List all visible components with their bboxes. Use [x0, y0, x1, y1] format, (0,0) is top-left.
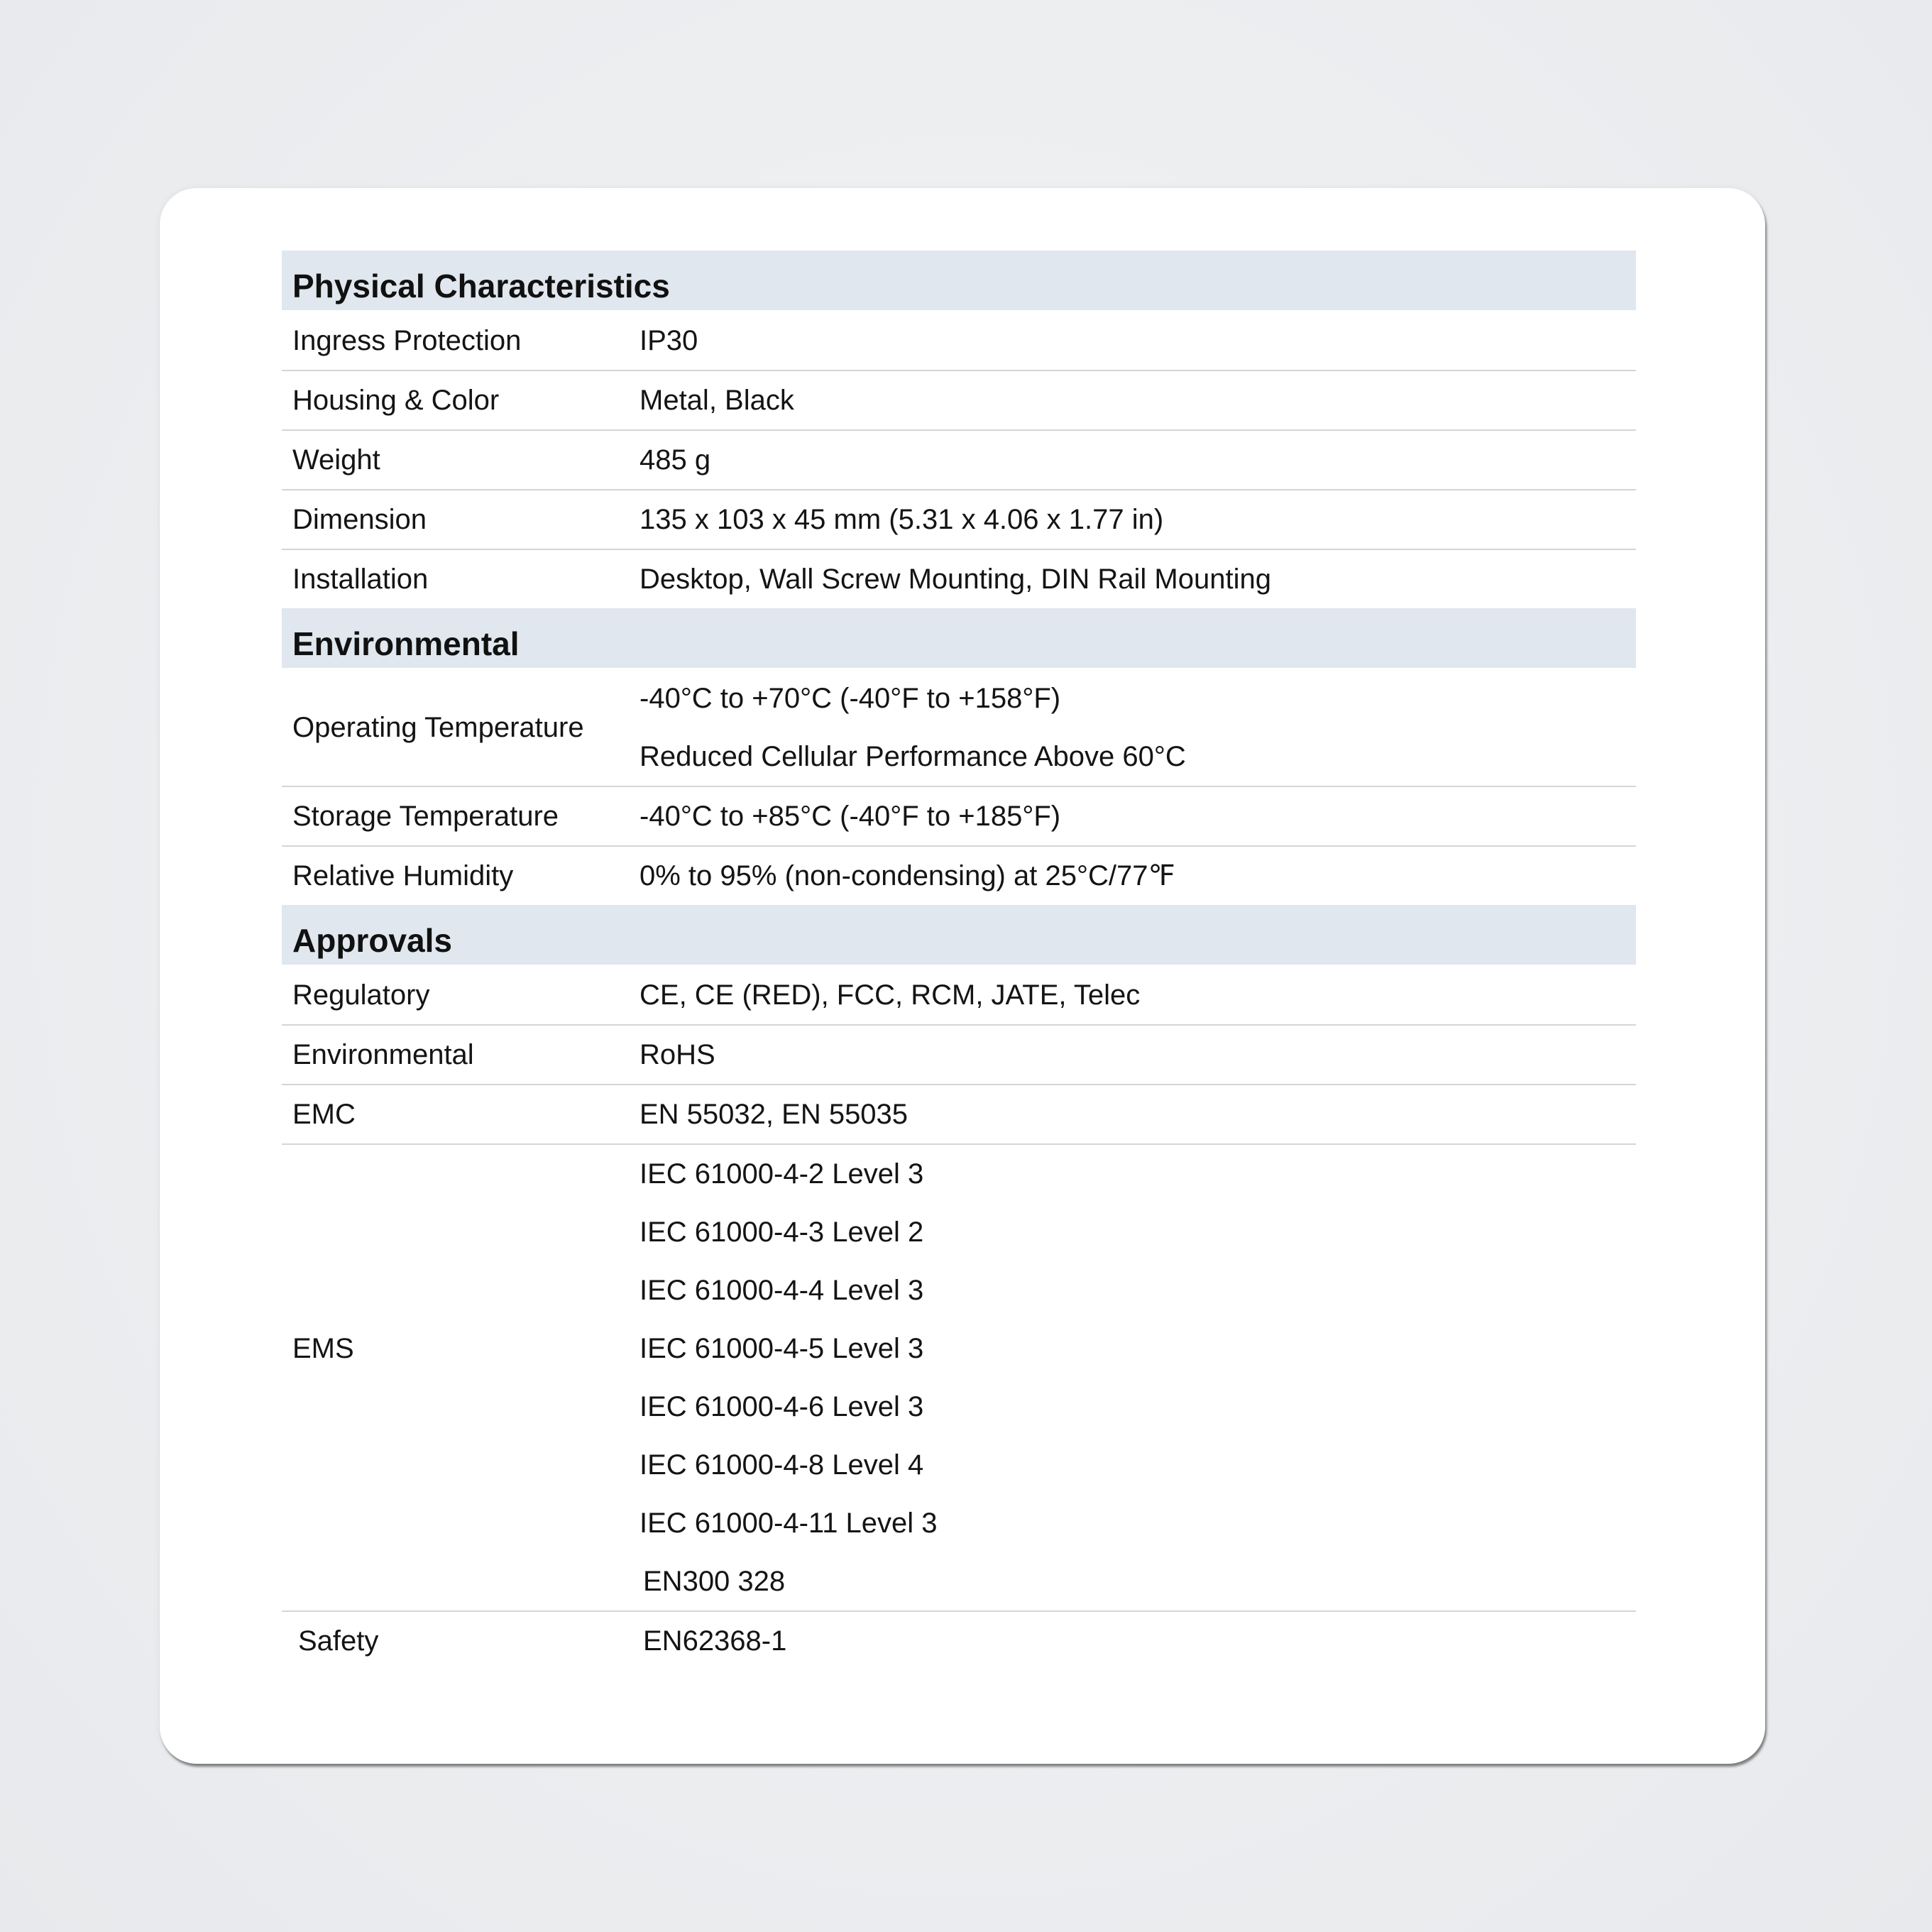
table-row: Housing & Color Metal, Black [282, 371, 1636, 431]
row-label: EMS [292, 1332, 354, 1364]
row-value: 485 g [640, 444, 711, 476]
row-label: Installation [292, 564, 429, 595]
section-header-physical: Physical Characteristics [282, 251, 1636, 312]
row-value: CE, CE (RED), FCC, RCM, JATE, Telec [640, 979, 1141, 1011]
row-label: Regulatory [292, 979, 430, 1011]
table-row: EMS IEC 61000-4-2 Level 3 IEC 61000-4-3 … [282, 1145, 1636, 1552]
row-label: Weight [292, 444, 380, 476]
row-value: IEC 61000-4-3 Level 2 [640, 1217, 924, 1248]
row-value: IEC 61000-4-2 Level 3 [640, 1158, 924, 1190]
row-label: Housing & Color [292, 385, 500, 416]
section-header-approvals: Approvals [282, 905, 1636, 966]
row-value: EN 55032, EN 55035 [640, 1099, 909, 1130]
row-label [282, 1552, 640, 1610]
row-value: IEC 61000-4-5 Level 3 [640, 1333, 924, 1364]
table-row: Storage Temperature -40°C to +85°C (-40°… [282, 787, 1636, 847]
row-value: 0% to 95% (non-condensing) at 25°C/77℉ [640, 860, 1175, 891]
section-title: Environmental [292, 625, 520, 662]
row-value: IEC 61000-4-8 Level 4 [640, 1449, 924, 1481]
row-value: EN62368-1 [643, 1625, 787, 1657]
spec-card: Physical Characteristics Ingress Protect… [160, 188, 1765, 1764]
row-label: Dimension [292, 504, 427, 535]
row-label: Relative Humidity [292, 860, 514, 891]
table-row: Dimension 135 x 103 x 45 mm (5.31 x 4.06… [282, 490, 1636, 550]
table-row: EN300 328 [282, 1552, 1636, 1612]
row-value: Metal, Black [640, 385, 794, 416]
row-label: Environmental [292, 1039, 474, 1070]
row-label: Safety [298, 1625, 379, 1657]
table-row: Relative Humidity 0% to 95% (non-condens… [282, 847, 1636, 905]
table-row: Regulatory CE, CE (RED), FCC, RCM, JATE,… [282, 966, 1636, 1026]
row-value: 135 x 103 x 45 mm (5.31 x 4.06 x 1.77 in… [640, 504, 1164, 535]
row-value: IEC 61000-4-11 Level 3 [640, 1508, 938, 1539]
table-row: Installation Desktop, Wall Screw Mountin… [282, 550, 1636, 608]
table-row: Operating Temperature -40°C to +70°C (-4… [282, 669, 1636, 787]
table-row: EMC EN 55032, EN 55035 [282, 1085, 1636, 1145]
row-value: RoHS [640, 1039, 715, 1070]
row-value: Reduced Cellular Performance Above 60°C [640, 741, 1186, 772]
row-value: EN300 328 [643, 1566, 786, 1597]
table-row: Safety EN62368-1 [282, 1612, 1636, 1670]
row-label: Ingress Protection [292, 325, 522, 356]
row-value: -40°C to +85°C (-40°F to +185°F) [640, 801, 1061, 832]
row-value: IEC 61000-4-4 Level 3 [640, 1275, 924, 1306]
table-row: Environmental RoHS [282, 1026, 1636, 1085]
section-title: Physical Characteristics [292, 268, 670, 304]
spec-table: Physical Characteristics Ingress Protect… [282, 251, 1636, 1670]
row-label: EMC [292, 1099, 356, 1130]
table-row: Ingress Protection IP30 [282, 312, 1636, 371]
row-value: Desktop, Wall Screw Mounting, DIN Rail M… [640, 564, 1271, 595]
row-label: Storage Temperature [292, 801, 559, 832]
table-row: Weight 485 g [282, 431, 1636, 490]
row-value: -40°C to +70°C (-40°F to +158°F) [640, 683, 1061, 714]
row-value: IP30 [640, 325, 698, 356]
section-header-environmental: Environmental [282, 608, 1636, 669]
row-value: IEC 61000-4-6 Level 3 [640, 1391, 924, 1422]
section-title: Approvals [292, 922, 452, 959]
row-label: Operating Temperature [292, 711, 584, 743]
